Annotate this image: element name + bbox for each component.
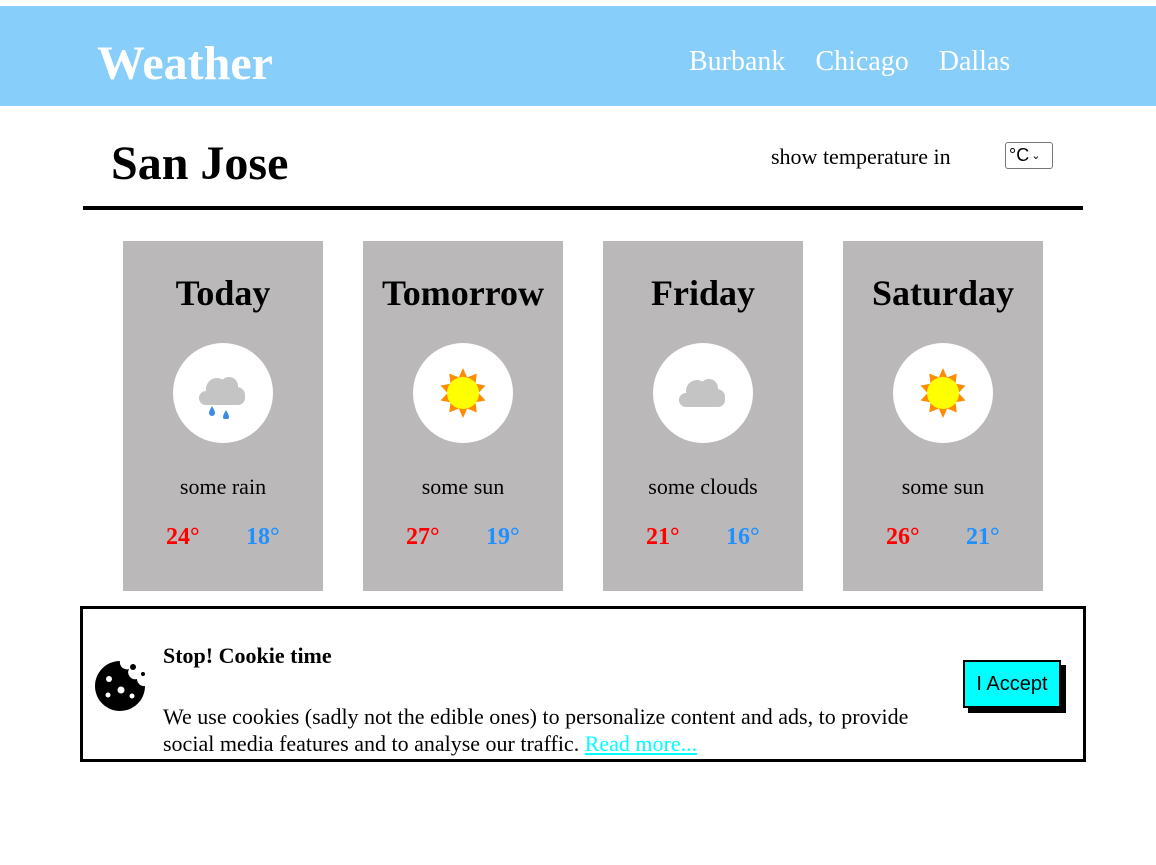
unit-select[interactable]: °C ⌄ [1005, 142, 1053, 169]
cookie-icon [95, 661, 145, 711]
forecast-day: Friday [651, 273, 755, 313]
high-temperature: 26° [886, 524, 920, 550]
forecast-card-saturday: Saturday some sun 26° 21° [843, 241, 1043, 591]
cookie-banner: Stop! Cookie time We use cookies (sadly … [80, 606, 1086, 762]
cookie-title: Stop! Cookie time [163, 643, 332, 668]
weather-icon-circle [173, 343, 273, 443]
weather-icon-circle [413, 343, 513, 443]
low-temperature: 16° [726, 524, 760, 550]
forecast-card-tomorrow: Tomorrow some sun 27° 19° [363, 241, 563, 591]
weather-icon-circle [893, 343, 993, 443]
accept-cookies-button[interactable]: I Accept [963, 660, 1061, 708]
unit-label: show temperature in [771, 144, 951, 169]
forecast-card-today: Today some rain 24° 18° [123, 241, 323, 591]
low-temperature: 19° [486, 524, 520, 550]
high-temperature: 27° [406, 524, 440, 550]
cookie-message: We use cookies (sadly not the edible one… [163, 704, 909, 756]
cookie-text: We use cookies (sadly not the edible one… [163, 703, 943, 757]
forecast-day: Today [175, 273, 271, 313]
forecast-description: some rain [179, 474, 267, 499]
cloud-icon [679, 379, 725, 407]
chevron-down-icon: ⌄ [1031, 150, 1041, 162]
forecast-day: Tomorrow [382, 273, 544, 313]
high-temperature: 24° [166, 524, 200, 550]
section-divider [83, 206, 1083, 210]
high-temperature: 21° [646, 524, 680, 550]
low-temperature: 18° [246, 524, 280, 550]
nav-link-chicago[interactable]: Chicago [815, 48, 908, 76]
forecast-day: Saturday [871, 273, 1015, 313]
rain-cloud-icon [199, 377, 245, 419]
low-temperature: 21° [966, 524, 1000, 550]
city-title: San Jose [111, 137, 289, 190]
forecast-description: some sun [901, 474, 985, 499]
site-header: Weather Burbank Chicago Dallas [0, 6, 1156, 106]
forecast-description: some clouds [648, 474, 758, 499]
city-nav: Burbank Chicago Dallas [689, 48, 1040, 76]
read-more-link[interactable]: Read more... [585, 731, 697, 756]
nav-link-burbank[interactable]: Burbank [689, 48, 785, 76]
sun-icon [920, 368, 966, 418]
sun-icon [440, 368, 486, 418]
forecast-card-friday: Friday some clouds 21° 16° [603, 241, 803, 591]
nav-link-dallas[interactable]: Dallas [939, 48, 1011, 76]
forecast-description: some sun [421, 474, 505, 499]
site-brand[interactable]: Weather [97, 40, 273, 88]
unit-select-value: °C [1009, 145, 1030, 165]
weather-icon-circle [653, 343, 753, 443]
